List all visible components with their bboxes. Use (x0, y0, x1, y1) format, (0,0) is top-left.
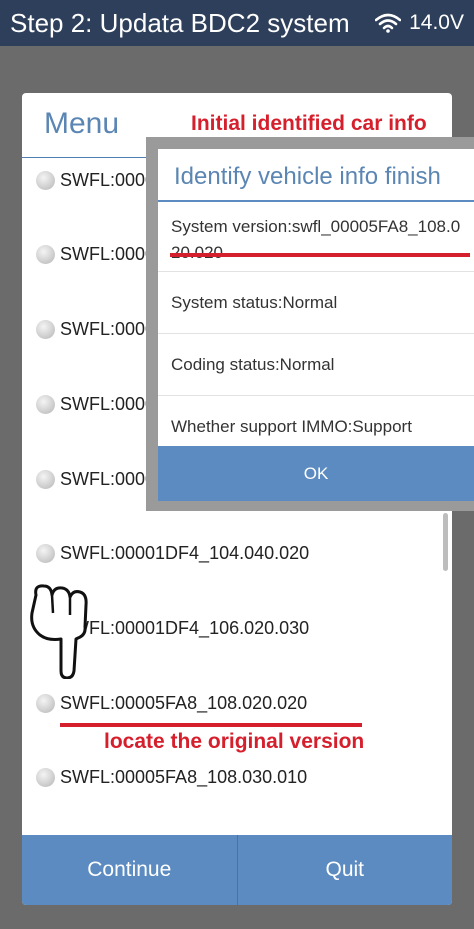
system-version-line1: System version:swfl_00005FA8_108.0 (171, 217, 461, 236)
list-item-label: SWFL:0000 (60, 393, 156, 414)
page-title: Step 2: Updata BDC2 system (10, 7, 350, 38)
divider (158, 200, 474, 202)
list-item-label: SWFL:00005FA8_108.030.010 (60, 766, 308, 787)
list-item-label: SWFL:0000 (60, 243, 156, 264)
radio-button[interactable] (36, 170, 55, 190)
radio-button[interactable] (36, 767, 55, 787)
divider (158, 395, 474, 396)
voltage-readout: 14.0V (409, 11, 464, 34)
radio-button[interactable] (36, 469, 55, 489)
annotation-original-version: locate the original version (104, 730, 365, 753)
annotation-underline (60, 723, 362, 727)
list-item-label: SWFL:0000 (60, 468, 156, 489)
divider (158, 271, 474, 272)
system-status: System status:Normal (171, 293, 338, 312)
continue-button[interactable]: Continue (22, 835, 237, 905)
list-item[interactable]: SWFL:0000 (36, 388, 155, 420)
list-item[interactable]: SWFL:0000 (36, 463, 155, 495)
menu-title: Menu (44, 107, 120, 140)
ok-button[interactable]: OK (158, 446, 474, 501)
list-item[interactable]: SWFL:00005FA8_108.030.010 (36, 761, 307, 793)
immo-support: Whether support IMMO:Support (171, 417, 412, 436)
title-bar: Step 2: Updata BDC2 system 14.0V (0, 0, 474, 46)
list-item[interactable]: SWFL:00001DF4_104.040.020 (36, 537, 309, 569)
footer-bar: Continue Quit (22, 835, 452, 905)
list-item-label: SWFL:0000 (60, 169, 156, 190)
scrollbar[interactable] (443, 513, 448, 571)
wifi-icon (375, 13, 402, 33)
list-item-label: SWFL:00001DF4_104.040.020 (60, 542, 310, 563)
radio-button[interactable] (36, 394, 55, 414)
list-item[interactable]: SWFL:0000 (36, 313, 155, 345)
list-item[interactable]: SWFL:0000 (36, 238, 155, 270)
radio-button[interactable] (36, 693, 55, 713)
dialog-body: Identify vehicle info finish System vers… (158, 149, 474, 501)
dialog-title: Identify vehicle info finish (174, 163, 441, 190)
radio-button[interactable] (36, 319, 55, 339)
list-item[interactable]: SWFL:0000 (36, 164, 155, 196)
radio-button[interactable] (36, 543, 55, 563)
coding-status: Coding status:Normal (171, 355, 335, 374)
vehicle-info-dialog: Identify vehicle info finish System vers… (146, 137, 474, 511)
quit-button[interactable]: Quit (238, 835, 453, 905)
annotation-underline (170, 253, 470, 257)
pointing-hand-icon (30, 584, 88, 679)
list-item-label: SWFL:00005FA8_108.020.020 (60, 692, 308, 713)
divider (158, 333, 474, 334)
radio-button[interactable] (36, 244, 55, 264)
annotation-initial-info: Initial identified car info (191, 112, 427, 135)
list-item[interactable]: SWFL:00005FA8_108.020.020 (36, 687, 307, 719)
list-item-label: SWFL:0000 (60, 318, 156, 339)
